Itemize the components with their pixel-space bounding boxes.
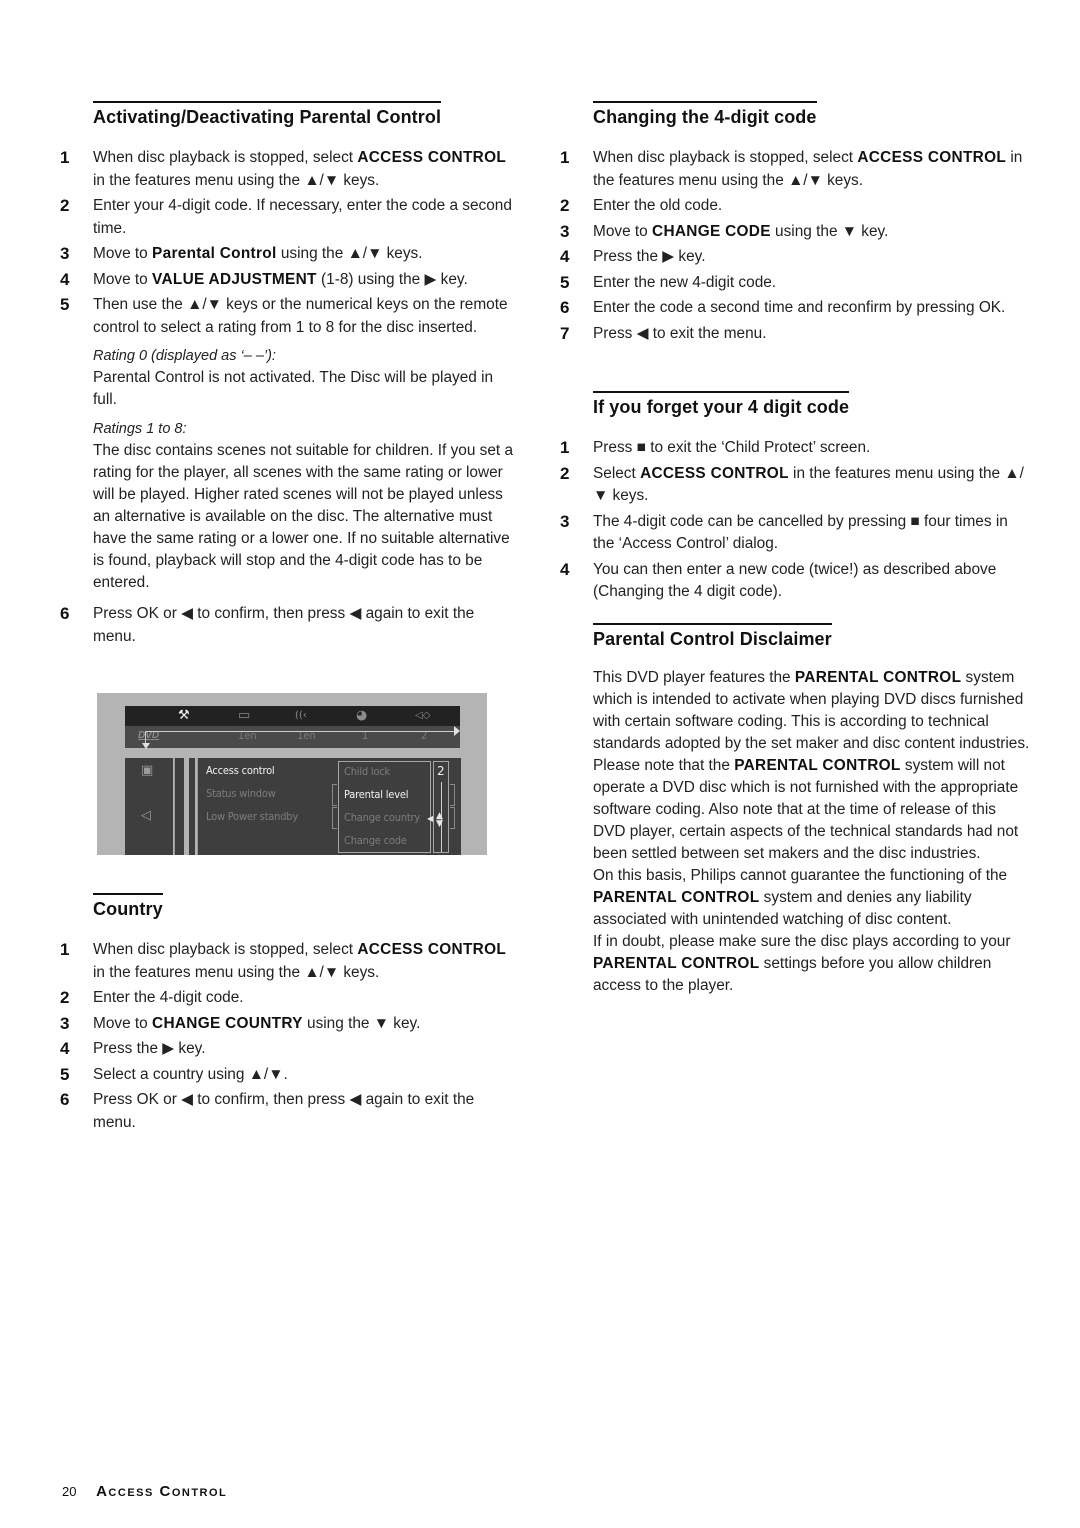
angle-icon: ◕ — [356, 708, 368, 723]
osd-menu-item-access-control: Access control — [206, 764, 275, 777]
step: 5 Enter the new 4-digit code. — [560, 272, 777, 292]
osd-bracket — [332, 784, 337, 806]
step: 5 Select a country using ▲/▼. — [60, 1064, 288, 1084]
section-country: Country 1 When disc playback is stopped, … — [60, 893, 520, 1137]
step: 1 When disc playback is stopped, select A… — [60, 148, 507, 189]
step: 4 Press the ▶ key. — [60, 1039, 206, 1058]
section-title: Parental Control Disclaimer — [593, 623, 832, 650]
arrow-down-icon — [142, 743, 150, 749]
osd-submenu-item-change-code: Change code — [344, 834, 407, 847]
step: 6 Enter the code a second time and reconf… — [560, 298, 1006, 317]
section-title: Changing the 4-digit code — [593, 101, 817, 128]
step: 3 Move to CHANGE COUNTRY using the ▼ key. — [60, 1013, 421, 1033]
osd-divider — [174, 758, 184, 855]
section-forget-code: If you forget your 4 digit code 1 Press ■… — [560, 391, 1030, 607]
arrow-right-icon — [454, 726, 460, 736]
osd-value-bar: DVD 1en 1en 1 2 — [125, 726, 460, 748]
dvd-menu-screenshot: ⚒ ▭ ((‹ ◕ ◁◇ DVD 1en 1en 1 2 ▣ ◁ Access … — [97, 693, 487, 855]
rating0-text: Parental Control is not activated. The D… — [93, 369, 494, 408]
osd-submenu-item-child-lock: Child lock — [344, 765, 391, 778]
steps-list: 1 Press ■ to exit the ‘Child Protect’ scr… — [560, 437, 1030, 604]
step: 4 Press the ▶ key. — [560, 247, 706, 266]
step: 4 Move to VALUE ADJUSTMENT (1-8) using th… — [60, 269, 468, 289]
footer-section-title: Access Control — [96, 1483, 228, 1500]
steps-list: 1 When disc playback is stopped, select A… — [60, 939, 520, 1134]
section-title: Activating/Deactivating Parental Control — [93, 101, 442, 128]
osd-side-panel: ▣ ◁ — [125, 758, 173, 855]
speaker-icon: ◁◇ — [415, 710, 431, 721]
paragraph: Please note that the PARENTAL CONTROL sy… — [593, 757, 1019, 862]
osd-divider — [189, 758, 195, 855]
osd-submenu-item-parental-level: Parental level — [344, 788, 409, 801]
section-title: Country — [93, 893, 163, 920]
section-changing-code: Changing the 4-digit code 1 When disc pla… — [560, 101, 1030, 348]
speaker-icon: ◁ — [141, 808, 151, 823]
step: 2 Enter the 4-digit code. — [60, 988, 244, 1007]
step: 1 When disc playback is stopped, select A… — [560, 148, 1023, 189]
page-number: 20 — [62, 1484, 77, 1499]
paragraph: If in doubt, please make sure the disc p… — [593, 933, 1011, 994]
audio-icon: ((‹ — [295, 710, 307, 721]
osd-bracket — [332, 807, 337, 829]
osd-menu-item-low-power: Low Power standby — [206, 810, 299, 823]
step: 1 When disc playback is stopped, select A… — [60, 940, 507, 981]
osd-icon-bar: ⚒ ▭ ((‹ ◕ ◁◇ — [125, 706, 460, 726]
disclaimer-body: This DVD player features the PARENTAL CO… — [560, 667, 1030, 997]
osd-bracket — [450, 784, 455, 806]
section-title: If you forget your 4 digit code — [593, 391, 850, 418]
up-down-arrows-icon: ▲ ▼ — [436, 811, 443, 829]
section-activating: Activating/Deactivating Parental Control… — [60, 101, 520, 651]
osd-submenu-item-change-country: Change country — [344, 811, 421, 824]
step: 5 Then use the ▲/▼ keys or the numerical … — [60, 295, 508, 336]
step: 3 The 4-digit code can be cancelled by pr… — [560, 511, 1008, 553]
step: 2 Select ACCESS CONTROL in the features m… — [560, 463, 1024, 505]
step: 3 Move to CHANGE CODE using the ▼ key. — [560, 221, 889, 241]
step: 4 You can then enter a new code (twice!) … — [560, 559, 997, 601]
osd-submenu: Child lock Parental level Change country… — [338, 761, 431, 853]
steps-list: 6 Press OK or ◀ to confirm, then press ◀ … — [60, 603, 520, 648]
steps-list: 1 When disc playback is stopped, select A… — [60, 147, 520, 339]
osd-bracket — [450, 807, 455, 829]
step: 7 Press ◀ to exit the menu. — [560, 323, 767, 343]
ratings-heading: Ratings 1 to 8: — [93, 421, 187, 437]
osd-level-value: 2 — [437, 764, 445, 778]
steps-list: 1 When disc playback is stopped, select A… — [560, 147, 1030, 345]
osd-level-slider: 2 ▲ ▼ — [433, 761, 449, 853]
osd-line — [145, 731, 455, 732]
paragraph: This DVD player features the PARENTAL CO… — [593, 669, 1030, 752]
ratings-text: The disc contains scenes not suitable fo… — [93, 442, 514, 591]
tools-icon: ⚒ — [178, 708, 190, 723]
section-disclaimer: Parental Control Disclaimer This DVD pla… — [560, 623, 1030, 997]
subtitle-icon: ▭ — [238, 708, 251, 723]
step: 2 Enter your 4-digit code. If necessary, … — [60, 196, 512, 237]
page-footer: 20 Access Control — [62, 1483, 227, 1500]
step: 6 Press OK or ◀ to confirm, then press ◀ … — [60, 1090, 475, 1131]
step: 6 Press OK or ◀ to confirm, then press ◀ … — [60, 604, 475, 645]
user-icon: ▣ — [141, 763, 154, 778]
step: 3 Move to Parental Control using the ▲/▼ … — [60, 244, 423, 263]
osd-menu-item-status-window: Status window — [206, 787, 276, 800]
osd-menu-panel: Access control Status window Low Power s… — [197, 758, 461, 855]
step: 1 Press ■ to exit the ‘Child Protect’ scr… — [560, 438, 871, 457]
step: 2 Enter the old code. — [560, 196, 723, 215]
rating0-heading: Rating 0 (displayed as ‘– –’): — [93, 348, 276, 364]
paragraph: On this basis, Philips cannot guarantee … — [593, 867, 1008, 928]
